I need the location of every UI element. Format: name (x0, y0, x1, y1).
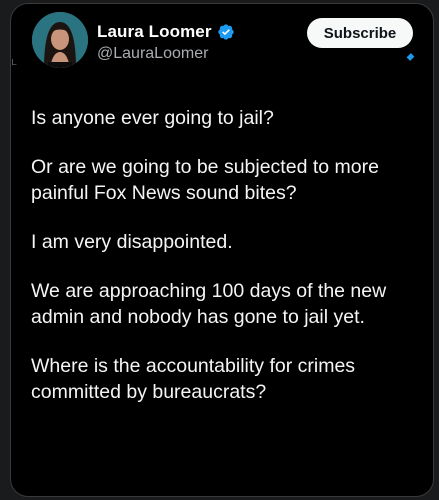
screenshot-frame: Laura Loomer @LauraLoomer Subscribe Is a… (0, 0, 439, 500)
verified-badge-icon (217, 24, 234, 40)
avatar-portrait (32, 12, 88, 68)
author-name[interactable]: Laura Loomer (97, 22, 212, 42)
author-block: Laura Loomer @LauraLoomer (97, 21, 235, 63)
author-handle[interactable]: @LauraLoomer (97, 45, 235, 63)
tweet-paragraph: We are approaching 100 days of the new a… (31, 280, 387, 328)
side-mark: ʟ (11, 55, 17, 68)
notification-dot-icon (406, 53, 415, 61)
author-name-row: Laura Loomer (97, 21, 235, 43)
avatar[interactable] (32, 12, 88, 68)
tweet-paragraph: I am very disappointed. (31, 231, 233, 253)
tweet-paragraph: Or are we going to be subjected to more … (31, 156, 379, 204)
subscribe-button[interactable]: Subscribe (307, 18, 413, 48)
tweet-paragraph: Where is the accountability for crimes c… (31, 355, 356, 403)
tweet-paragraph: Is anyone ever going to jail? (31, 107, 274, 129)
tweet-text: Is anyone ever going to jail? Or are we … (31, 105, 426, 428)
tweet-card: Laura Loomer @LauraLoomer Subscribe Is a… (10, 3, 434, 497)
